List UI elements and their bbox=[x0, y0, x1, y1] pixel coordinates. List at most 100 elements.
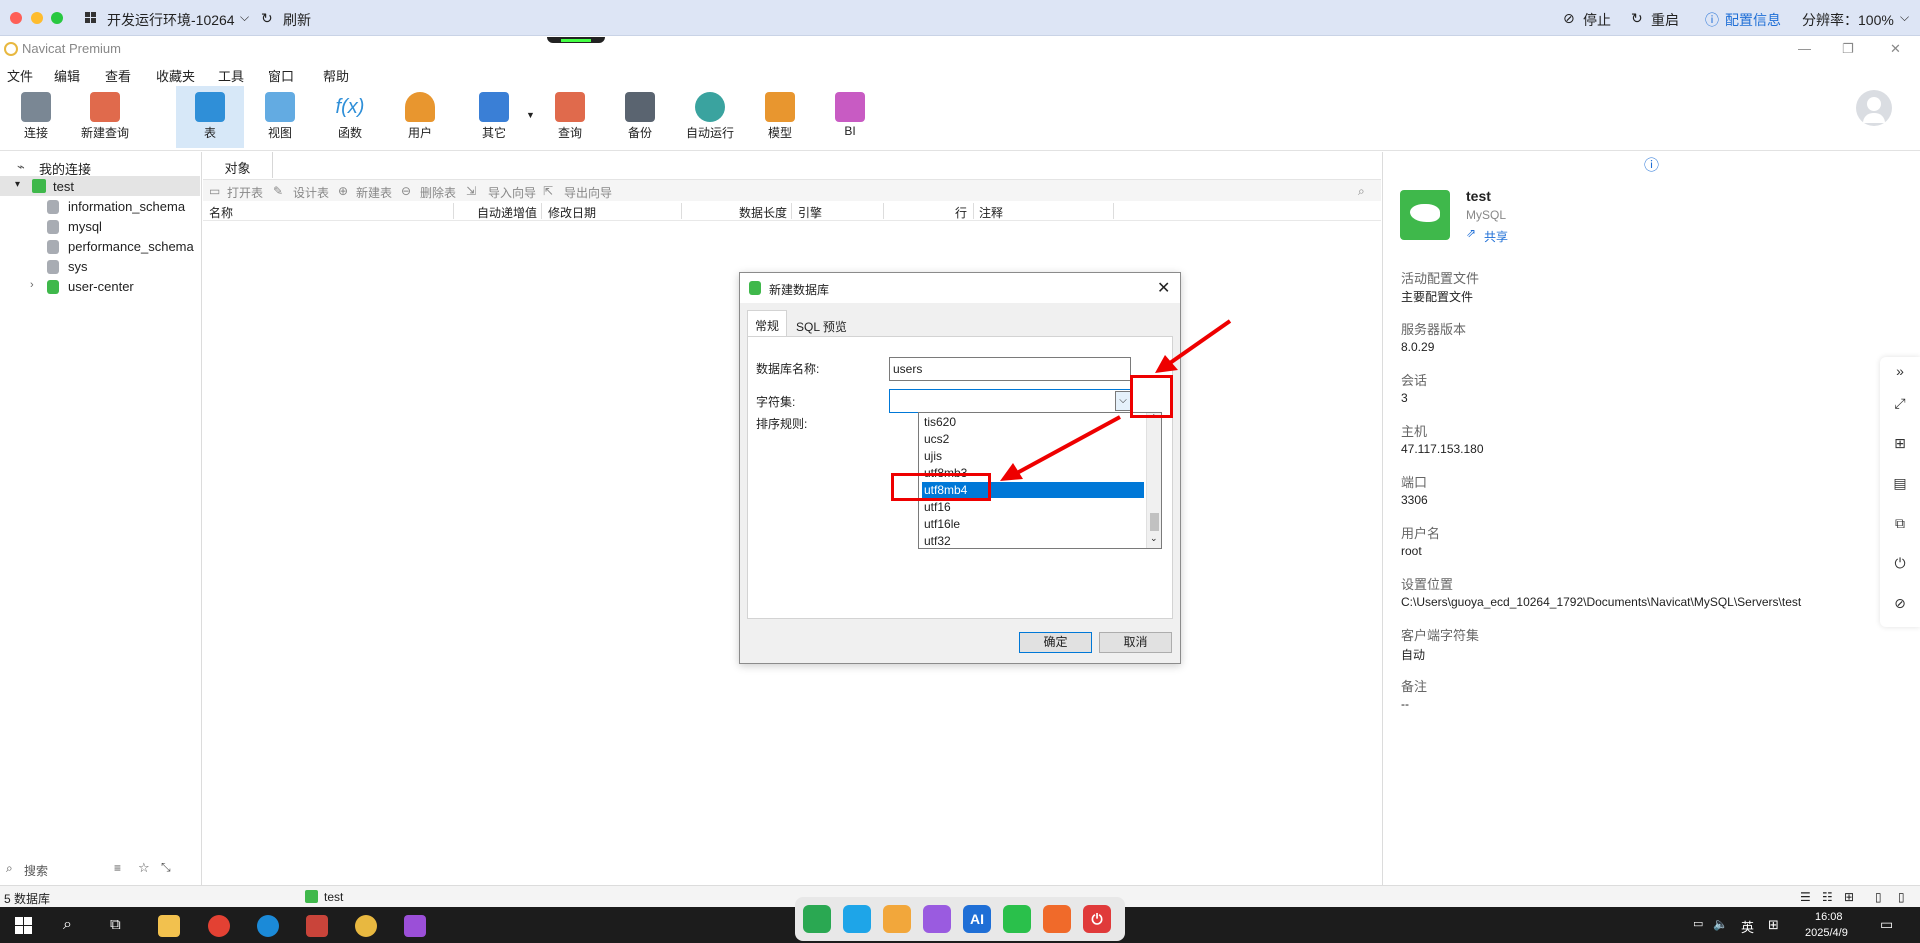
close-dot[interactable] bbox=[10, 12, 22, 24]
bi-tool[interactable]: BI bbox=[816, 86, 884, 148]
export-icon[interactable]: ⇱ bbox=[543, 184, 553, 198]
grid-icon[interactable]: ⊞ bbox=[1892, 435, 1908, 451]
ok-button[interactable]: 确定 bbox=[1019, 632, 1092, 653]
delete-table-button[interactable]: 删除表 bbox=[420, 184, 456, 201]
charset-option[interactable]: utf16 bbox=[922, 499, 1144, 515]
automation-tool[interactable]: 自动运行 bbox=[676, 86, 744, 148]
edge-icon[interactable] bbox=[257, 915, 279, 937]
network-icon[interactable]: ▭ bbox=[1693, 917, 1703, 930]
star-icon[interactable]: ☆ bbox=[138, 860, 150, 876]
table-tool[interactable]: 表 bbox=[176, 86, 244, 148]
tree-db-user-center[interactable]: › user-center bbox=[0, 276, 200, 296]
right-panel-toggle-icon[interactable]: ▯ bbox=[1898, 890, 1905, 904]
menu-file[interactable]: 文件 bbox=[7, 66, 33, 85]
tree-db-sys[interactable]: sys bbox=[0, 256, 200, 276]
menu-favorites[interactable]: 收藏夹 bbox=[156, 66, 195, 85]
col-comment[interactable]: 注释 bbox=[979, 204, 1003, 221]
other-tool[interactable]: 其它 bbox=[460, 86, 528, 148]
datagrip-icon[interactable] bbox=[404, 915, 426, 937]
col-modified-date[interactable]: 修改日期 bbox=[548, 204, 596, 221]
resolution-selector[interactable]: 分辨率：100% bbox=[1802, 10, 1894, 30]
info-icon[interactable]: ⓘ bbox=[1705, 10, 1719, 30]
minimize-dot[interactable] bbox=[31, 12, 43, 24]
charset-option[interactable]: utf32 bbox=[922, 533, 1144, 548]
search-icon[interactable]: ⌕ bbox=[1358, 184, 1365, 199]
tree-db-performance-schema[interactable]: performance_schema bbox=[0, 236, 200, 256]
backup-tool[interactable]: 备份 bbox=[606, 86, 674, 148]
view-tool[interactable]: 视图 bbox=[246, 86, 314, 148]
left-panel-toggle-icon[interactable]: ▯ bbox=[1875, 890, 1882, 904]
close-button[interactable]: ✕ bbox=[1890, 41, 1901, 57]
chevron-down-icon[interactable]: ⌵ bbox=[240, 10, 249, 25]
refresh-button[interactable]: 刷新 bbox=[283, 10, 311, 30]
remove-icon[interactable]: ⊖ bbox=[401, 184, 411, 198]
menu-window[interactable]: 窗口 bbox=[268, 66, 294, 85]
fullscreen-icon[interactable]: ⤢ bbox=[1892, 395, 1908, 411]
model-tool[interactable]: 模型 bbox=[746, 86, 814, 148]
tab-general[interactable]: 常规 bbox=[747, 310, 787, 337]
tree-connection-test[interactable]: ▾ test bbox=[0, 176, 200, 196]
search-input[interactable]: 搜索 bbox=[24, 862, 48, 879]
open-table-icon[interactable]: ▭ bbox=[209, 184, 220, 198]
list-view-icon[interactable]: ☰ bbox=[1800, 890, 1811, 904]
share-link[interactable]: 共享 bbox=[1484, 228, 1508, 245]
tab-sql-preview[interactable]: SQL 预览 bbox=[790, 313, 854, 335]
user-tool[interactable]: 用户 bbox=[386, 86, 454, 148]
col-data-length[interactable]: 数据长度 bbox=[739, 204, 787, 221]
dock-screen-icon[interactable] bbox=[843, 905, 871, 933]
dock-chat-icon[interactable] bbox=[1003, 905, 1031, 933]
open-table-button[interactable]: 打开表 bbox=[227, 184, 263, 201]
notification-icon[interactable]: ▭ bbox=[1880, 916, 1893, 933]
chrome-icon[interactable] bbox=[208, 915, 230, 937]
new-table-button[interactable]: 新建表 bbox=[356, 184, 392, 201]
design-table-button[interactable]: 设计表 bbox=[293, 184, 329, 201]
clock-time[interactable]: 16:08 bbox=[1815, 911, 1843, 923]
search-icon[interactable]: ⌕ bbox=[63, 916, 72, 934]
tree-root[interactable]: ⌁ 我的连接 bbox=[0, 156, 200, 177]
stop-icon[interactable]: ⊘ bbox=[1563, 10, 1575, 27]
detail-view-icon[interactable]: ☷ bbox=[1822, 890, 1833, 904]
add-icon[interactable]: ⊕ bbox=[338, 184, 348, 198]
ime-indicator[interactable]: 英 bbox=[1741, 917, 1754, 936]
navicat-icon[interactable] bbox=[355, 915, 377, 937]
grid-view-icon[interactable]: ⊞ bbox=[1844, 890, 1854, 904]
volume-icon[interactable]: 🔈 bbox=[1713, 917, 1728, 931]
tree-db-mysql[interactable]: mysql bbox=[0, 216, 200, 236]
collapse-icon[interactable]: ⤡ bbox=[161, 860, 171, 875]
stop-button[interactable]: 停止 bbox=[1583, 10, 1611, 30]
cancel-button[interactable]: 取消 bbox=[1099, 632, 1172, 653]
import-wizard-button[interactable]: 导入向导 bbox=[488, 184, 536, 201]
menu-tools[interactable]: 工具 bbox=[218, 66, 244, 85]
col-rows[interactable]: 行 bbox=[955, 204, 967, 221]
restart-button[interactable]: 重启 bbox=[1651, 10, 1679, 30]
app-icon[interactable] bbox=[306, 915, 328, 937]
design-table-icon[interactable]: ✎ bbox=[273, 184, 283, 198]
export-wizard-button[interactable]: 导出向导 bbox=[564, 184, 612, 201]
clock-date[interactable]: 2025/4/9 bbox=[1805, 927, 1848, 939]
menu-help[interactable]: 帮助 bbox=[323, 66, 349, 85]
copy-icon[interactable]: ⧉ bbox=[1892, 515, 1908, 531]
tab-objects[interactable]: 对象 bbox=[203, 152, 273, 178]
menu-view[interactable]: 查看 bbox=[105, 66, 131, 85]
dock-ai-icon[interactable]: AI bbox=[963, 905, 991, 933]
refresh-icon[interactable]: ↻ bbox=[261, 10, 273, 27]
chevron-down-icon[interactable]: ⌵ bbox=[1900, 10, 1909, 25]
col-name[interactable]: 名称 bbox=[209, 204, 233, 221]
scroll-down-icon[interactable]: ⌄ bbox=[1150, 533, 1158, 544]
task-view-icon[interactable]: ⧉ bbox=[110, 916, 121, 933]
hide-icon[interactable]: ⊘ bbox=[1892, 595, 1908, 611]
dock-power-icon[interactable]: ⏻ bbox=[1083, 905, 1111, 933]
other-dropdown-icon[interactable]: ▼ bbox=[526, 110, 535, 120]
minimize-button[interactable]: — bbox=[1798, 41, 1811, 56]
chevron-right-icon[interactable]: › bbox=[30, 279, 34, 291]
dock-app-icon[interactable] bbox=[803, 905, 831, 933]
avatar[interactable] bbox=[1856, 90, 1892, 126]
dock-settings-icon[interactable] bbox=[1043, 905, 1071, 933]
dialog-close-button[interactable]: ✕ bbox=[1157, 278, 1170, 298]
filter-icon[interactable]: ≡ bbox=[114, 861, 121, 875]
function-tool[interactable]: f(x) 函数 bbox=[316, 86, 384, 148]
info-icon[interactable]: ⓘ bbox=[1644, 154, 1659, 175]
scroll-thumb[interactable] bbox=[1150, 513, 1159, 531]
share-icon[interactable]: ⇗ bbox=[1466, 226, 1476, 240]
query-tool[interactable]: 查询 bbox=[536, 86, 604, 148]
